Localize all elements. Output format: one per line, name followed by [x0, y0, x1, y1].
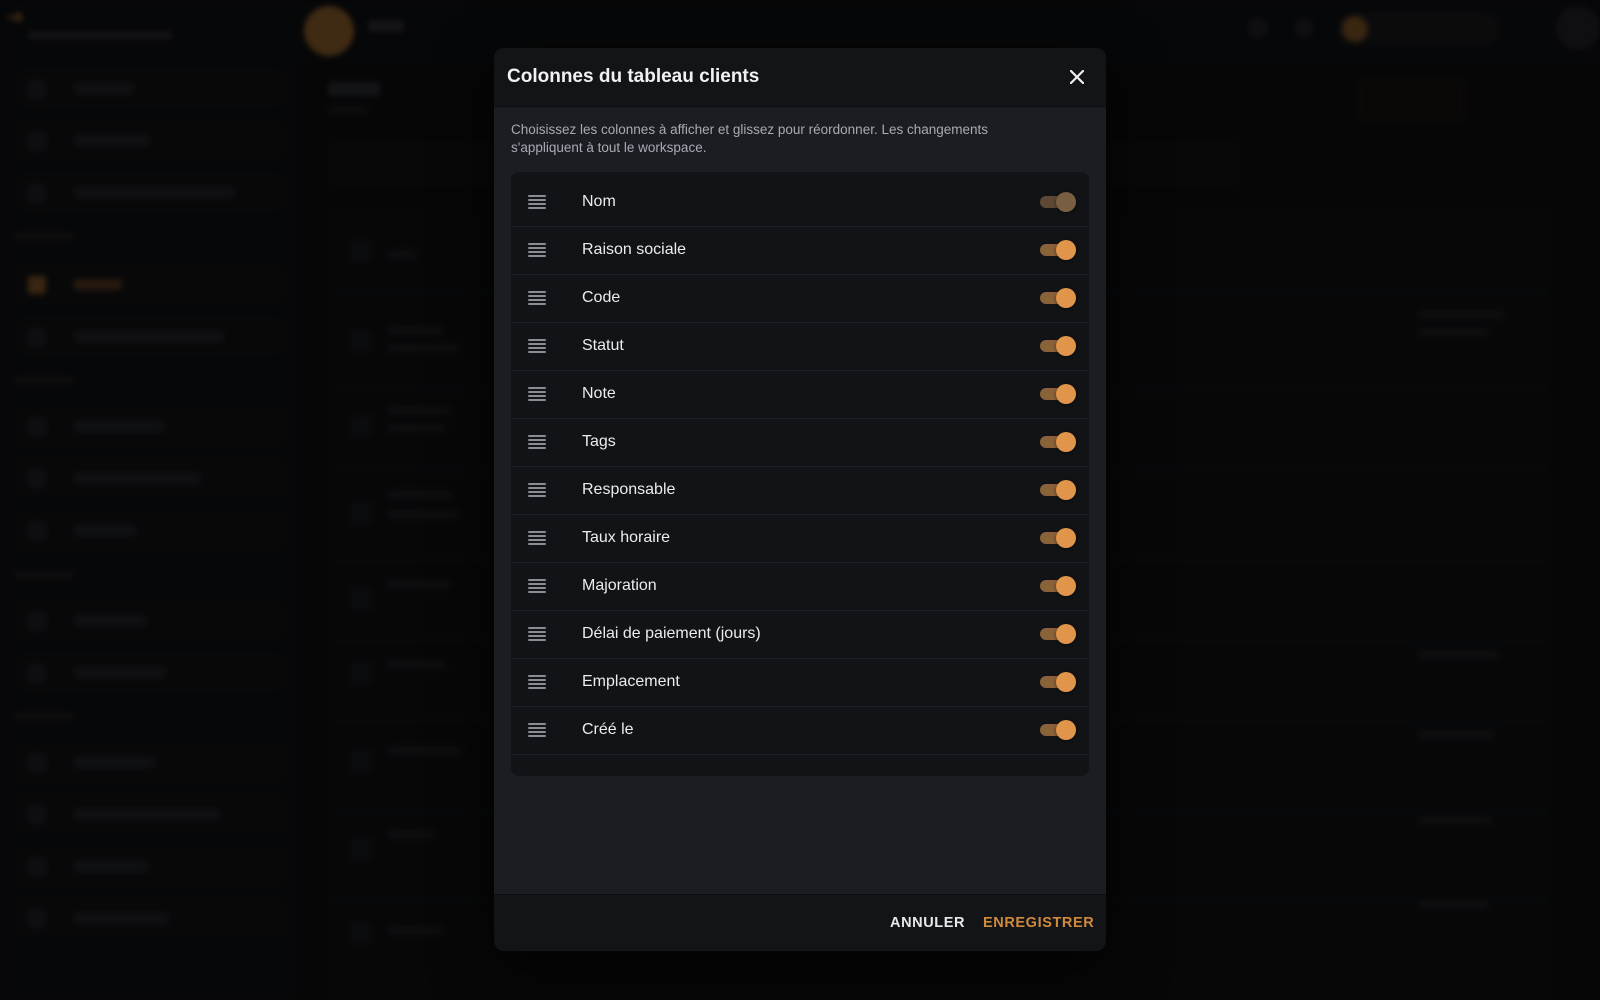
columns-dialog: Colonnes du tableau clients Choisissez l… [494, 48, 1106, 951]
drag-handle-icon[interactable] [528, 435, 546, 449]
dialog-footer: ANNULER ENREGISTRER [494, 894, 1106, 951]
column-visibility-toggle[interactable] [1040, 672, 1076, 692]
column-visibility-toggle[interactable] [1040, 432, 1076, 452]
column-row[interactable]: Créé le [511, 706, 1089, 755]
dialog-title: Colonnes du tableau clients [507, 66, 760, 87]
column-list: Nom Raison sociale Code Statut Note Tags Respo… [511, 172, 1089, 776]
drag-handle-icon[interactable] [528, 291, 546, 305]
column-visibility-toggle [1040, 192, 1076, 212]
column-label: Tags [582, 433, 616, 450]
column-row[interactable]: Note [511, 370, 1089, 419]
toggle-knob [1056, 576, 1076, 596]
column-row[interactable]: Nom [511, 178, 1089, 227]
toggle-knob [1056, 288, 1076, 308]
column-label: Emplacement [582, 673, 680, 690]
column-visibility-toggle[interactable] [1040, 288, 1076, 308]
drag-handle-icon[interactable] [528, 627, 546, 641]
column-label: Créé le [582, 721, 634, 738]
column-row[interactable]: Statut [511, 322, 1089, 371]
column-row[interactable]: Tags [511, 418, 1089, 467]
drag-handle-icon[interactable] [528, 195, 546, 209]
drag-handle-icon[interactable] [528, 723, 546, 737]
column-row[interactable]: Délai de paiement (jours) [511, 610, 1089, 659]
column-label: Délai de paiement (jours) [582, 625, 761, 642]
column-visibility-toggle[interactable] [1040, 240, 1076, 260]
column-label: Code [582, 289, 621, 306]
column-label: Nom [582, 193, 616, 210]
save-button[interactable]: ENREGISTRER [983, 915, 1094, 931]
column-label: Statut [582, 337, 624, 354]
dialog-header: Colonnes du tableau clients [494, 48, 1106, 107]
drag-handle-icon[interactable] [528, 483, 546, 497]
column-label: Note [582, 385, 616, 402]
cancel-button[interactable]: ANNULER [890, 915, 965, 931]
column-label: Taux horaire [582, 529, 671, 546]
column-row[interactable]: Taux horaire [511, 514, 1089, 563]
column-label: Raison sociale [582, 241, 687, 258]
column-row[interactable]: Raison sociale [511, 226, 1089, 275]
column-visibility-toggle[interactable] [1040, 480, 1076, 500]
toggle-knob [1056, 720, 1076, 740]
close-button[interactable] [1062, 62, 1092, 92]
toggle-knob [1056, 384, 1076, 404]
drag-handle-icon[interactable] [528, 387, 546, 401]
column-label: Responsable [582, 481, 676, 498]
toggle-knob [1056, 528, 1076, 548]
column-visibility-toggle[interactable] [1040, 528, 1076, 548]
toggle-knob [1056, 240, 1076, 260]
column-visibility-toggle[interactable] [1040, 624, 1076, 644]
toggle-knob [1056, 672, 1076, 692]
column-row[interactable]: Code [511, 274, 1089, 323]
drag-handle-icon[interactable] [528, 675, 546, 689]
column-visibility-toggle[interactable] [1040, 336, 1076, 356]
column-visibility-toggle[interactable] [1040, 384, 1076, 404]
toggle-knob [1056, 336, 1076, 356]
column-row[interactable]: Majoration [511, 562, 1089, 611]
toggle-knob [1056, 624, 1076, 644]
toggle-knob [1056, 192, 1076, 212]
column-row[interactable]: Emplacement [511, 658, 1089, 707]
close-icon [1070, 70, 1084, 84]
drag-handle-icon[interactable] [528, 243, 546, 257]
drag-handle-icon[interactable] [528, 531, 546, 545]
column-label: Majoration [582, 577, 657, 594]
column-visibility-toggle[interactable] [1040, 720, 1076, 740]
drag-handle-icon[interactable] [528, 579, 546, 593]
toggle-knob [1056, 432, 1076, 452]
dialog-description: Choisissez les colonnes à afficher et gl… [511, 122, 989, 155]
drag-handle-icon[interactable] [528, 339, 546, 353]
toggle-knob [1056, 480, 1076, 500]
column-row[interactable]: Responsable [511, 466, 1089, 515]
column-visibility-toggle[interactable] [1040, 576, 1076, 596]
